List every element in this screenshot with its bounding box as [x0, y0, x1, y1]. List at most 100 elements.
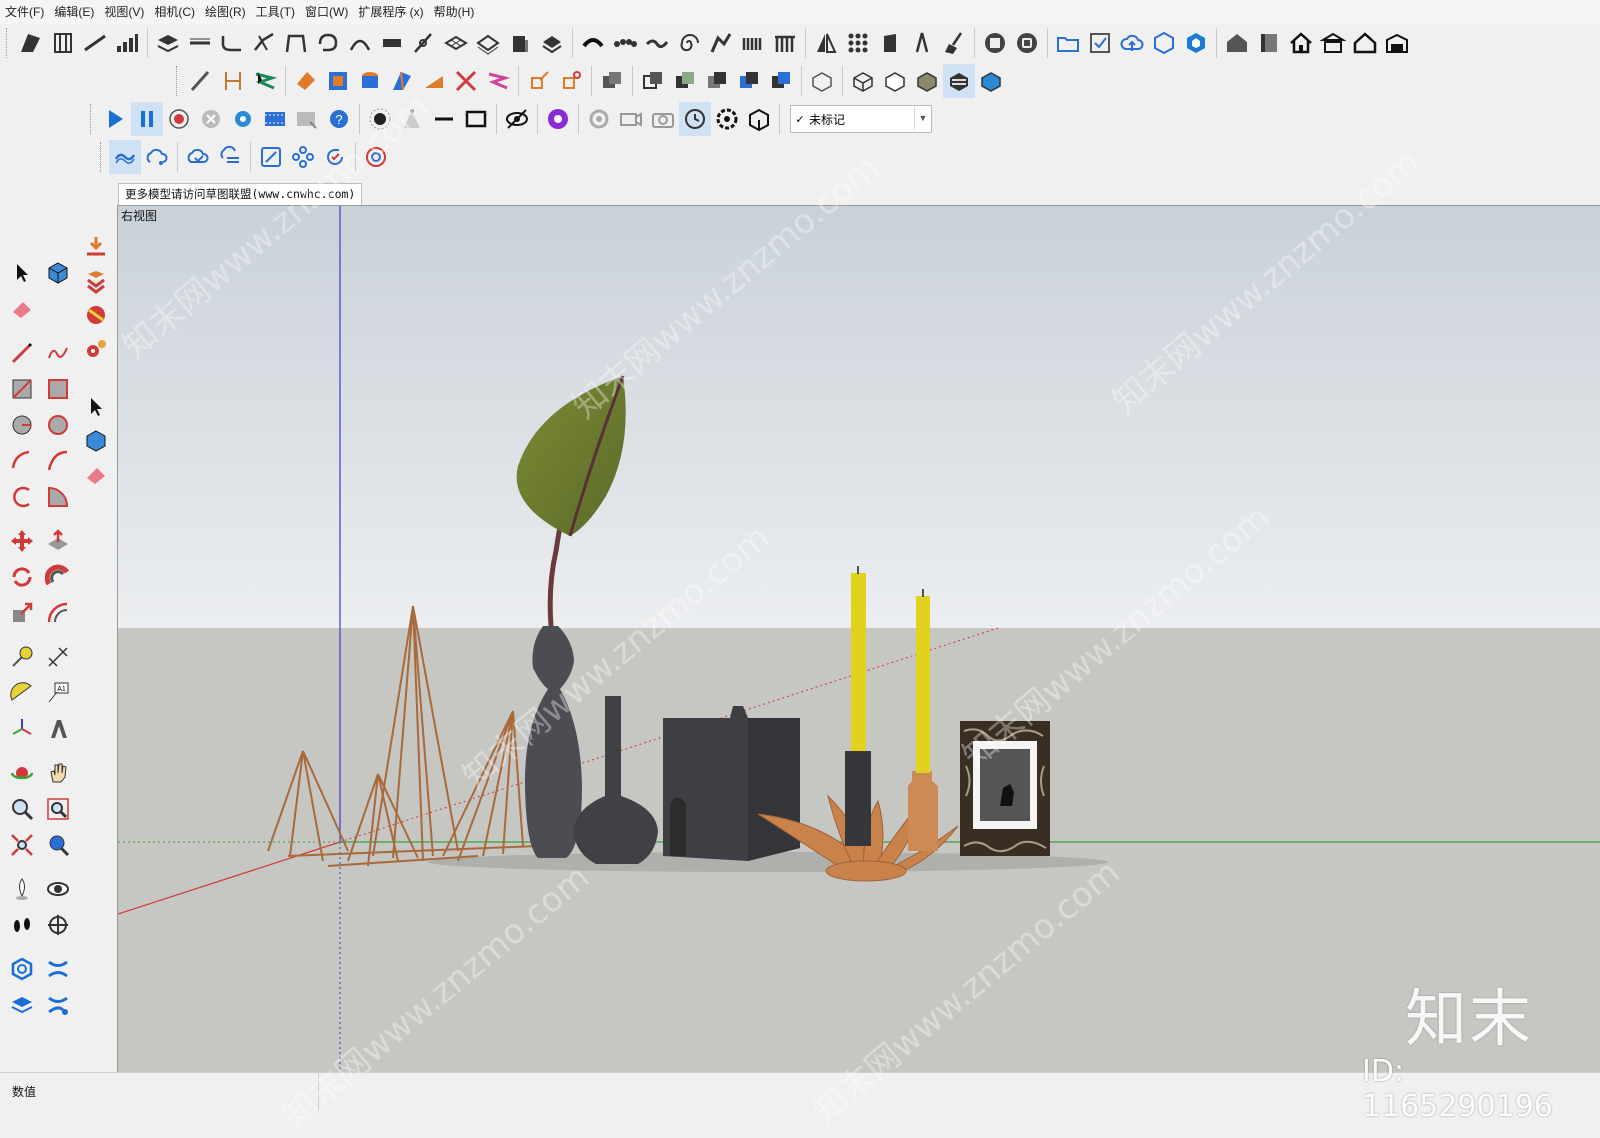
checkbox-icon[interactable]	[1084, 26, 1116, 60]
section-plane-icon[interactable]	[40, 908, 76, 942]
settings-gear-icon[interactable]	[227, 102, 259, 136]
timer-render-icon[interactable]	[679, 102, 711, 136]
spiral-icon[interactable]	[673, 26, 705, 60]
layers-stack-icon[interactable]	[152, 26, 184, 60]
cloud-share-icon[interactable]	[141, 140, 173, 174]
fillet-icon[interactable]	[216, 26, 248, 60]
pan-hand-icon[interactable]	[40, 756, 76, 790]
stair-icon[interactable]	[15, 26, 47, 60]
building-block-icon[interactable]	[504, 26, 536, 60]
orbit-icon[interactable]	[4, 756, 40, 790]
cloud-check-icon[interactable]	[182, 140, 214, 174]
look-around-icon[interactable]	[40, 872, 76, 906]
scale-box-alt-icon[interactable]	[555, 64, 587, 98]
broom-icon[interactable]	[938, 26, 970, 60]
bar-steps-icon[interactable]	[111, 26, 143, 60]
render-purple-icon[interactable]	[542, 102, 574, 136]
solid-trim-icon[interactable]	[733, 64, 765, 98]
zoom-icon[interactable]	[4, 792, 40, 826]
rectangle-tool-icon[interactable]	[4, 372, 40, 406]
mirror-icon[interactable]	[810, 26, 842, 60]
warehouse-search-icon[interactable]	[4, 952, 40, 986]
position-camera-icon[interactable]	[4, 872, 40, 906]
extension-settings-icon[interactable]	[40, 988, 76, 1022]
tag-dropdown[interactable]: ✓ 未标记 ▼	[790, 105, 932, 133]
warehouse-icon[interactable]	[1180, 26, 1212, 60]
menu-file[interactable]: 文件(F)	[0, 0, 49, 24]
sweep-icon[interactable]	[705, 26, 737, 60]
3d-text-icon[interactable]	[40, 712, 76, 746]
bend-icon[interactable]	[577, 26, 609, 60]
array-icon[interactable]	[842, 26, 874, 60]
shaded-style-icon[interactable]	[911, 64, 943, 98]
garage-icon[interactable]	[1381, 26, 1413, 60]
video-camera-icon[interactable]	[615, 102, 647, 136]
wave-icon[interactable]	[641, 26, 673, 60]
scale-box-icon[interactable]	[523, 64, 555, 98]
model-badge-icon[interactable]	[979, 26, 1011, 60]
extrude-edge-icon[interactable]	[185, 64, 217, 98]
make-component-icon[interactable]	[40, 256, 76, 290]
select-arrow-2-icon[interactable]	[80, 390, 112, 424]
ramp-icon[interactable]	[79, 26, 111, 60]
chevron-down-icon[interactable]: ▼	[914, 106, 931, 130]
follow-me-icon[interactable]	[40, 560, 76, 594]
grid-plane-icon[interactable]	[440, 26, 472, 60]
menu-help[interactable]: 帮助(H)	[429, 0, 480, 24]
house-roof-icon[interactable]	[1317, 26, 1349, 60]
house-outline-icon[interactable]	[1349, 26, 1381, 60]
record-icon[interactable]	[163, 102, 195, 136]
circle-tool-icon[interactable]	[4, 408, 40, 442]
mesh-plane-icon[interactable]	[472, 26, 504, 60]
cross-cut-icon[interactable]	[450, 64, 482, 98]
3d-viewport[interactable]	[117, 205, 1600, 1073]
shell-icon[interactable]	[290, 64, 322, 98]
bars-grid-icon[interactable]	[737, 26, 769, 60]
scale-tool-icon[interactable]	[4, 596, 40, 630]
solid-outer-icon[interactable]	[637, 64, 669, 98]
menu-edit[interactable]: 编辑(E)	[49, 0, 99, 24]
rotated-rect-icon[interactable]	[40, 372, 76, 406]
hidden-line-style-icon[interactable]	[879, 64, 911, 98]
play-icon[interactable]	[99, 102, 131, 136]
material-palette-icon[interactable]	[80, 298, 112, 332]
arc-2pt-icon[interactable]	[40, 444, 76, 478]
export-badge-icon[interactable]	[1011, 26, 1043, 60]
layers-blue-icon[interactable]	[4, 988, 40, 1022]
film-icon[interactable]	[259, 102, 291, 136]
home-icon[interactable]	[1285, 26, 1317, 60]
extension-x-icon[interactable]	[40, 952, 76, 986]
monochrome-style-icon[interactable]	[975, 64, 1007, 98]
zoom-extents-icon[interactable]	[4, 828, 40, 862]
trim-icon[interactable]	[248, 26, 280, 60]
gears-icon[interactable]	[80, 332, 112, 366]
textured-style-icon[interactable]	[943, 64, 975, 98]
offset-face-icon[interactable]	[322, 64, 354, 98]
component-2-icon[interactable]	[80, 424, 112, 458]
walk-footprints-icon[interactable]	[4, 908, 40, 942]
wireframe-style-icon[interactable]	[847, 64, 879, 98]
hide-eye-icon[interactable]	[501, 102, 533, 136]
select-arrow-icon[interactable]	[4, 256, 40, 290]
select-follow-icon[interactable]	[249, 64, 281, 98]
text-tool-icon[interactable]: A1	[40, 676, 76, 710]
stop-icon[interactable]	[195, 102, 227, 136]
menu-tools[interactable]: 工具(T)	[251, 0, 300, 24]
axes-tool-icon[interactable]	[4, 712, 40, 746]
slab-icon[interactable]	[376, 26, 408, 60]
stack-chevron-icon[interactable]	[80, 264, 112, 298]
solid-split-icon[interactable]	[765, 64, 797, 98]
render-settings-icon[interactable]	[711, 102, 743, 136]
xray-style-icon[interactable]	[806, 64, 838, 98]
cloud-sync-icon[interactable]	[109, 140, 141, 174]
menu-draw[interactable]: 绘图(R)	[200, 0, 251, 24]
film-export-icon[interactable]	[291, 102, 323, 136]
move-tool-icon[interactable]	[4, 524, 40, 558]
pie-tool-icon[interactable]	[40, 480, 76, 514]
resize-frame-icon[interactable]	[255, 140, 287, 174]
polygon-tool-icon[interactable]	[40, 408, 76, 442]
dimension-icon[interactable]	[217, 64, 249, 98]
push-pull-icon[interactable]	[40, 524, 76, 558]
solid-intersect-icon[interactable]	[701, 64, 733, 98]
eraser-icon[interactable]	[4, 292, 40, 326]
